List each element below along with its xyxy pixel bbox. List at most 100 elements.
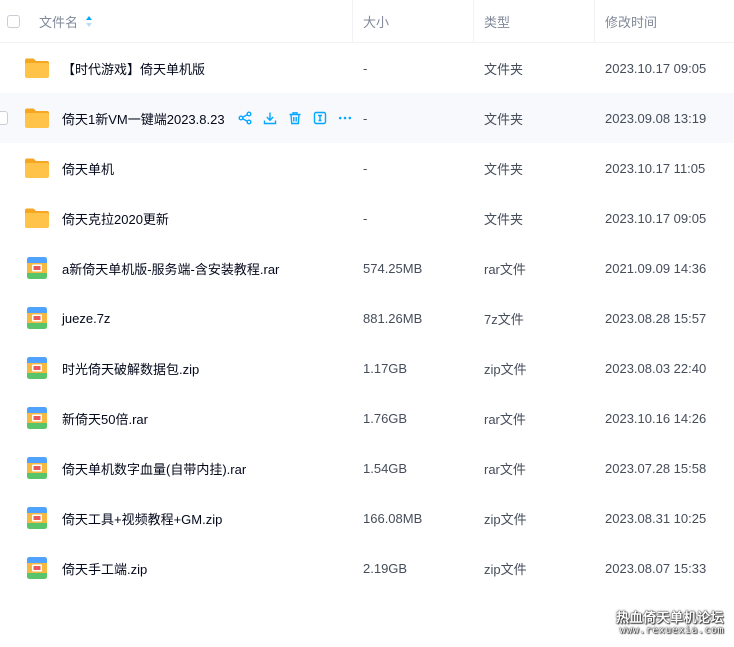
more-icon[interactable] — [337, 110, 353, 126]
file-name-cell[interactable]: 时光倚天破解数据包.zip — [24, 343, 354, 393]
column-divider[interactable] — [594, 0, 595, 42]
file-type: 文件夹 — [484, 211, 524, 227]
file-name[interactable]: 【时代游戏】倚天单机版 — [62, 59, 205, 78]
header-type-label: 类型 — [484, 14, 511, 30]
archive-icon — [24, 355, 50, 381]
header-type[interactable]: 类型 — [484, 0, 594, 42]
file-size: 166.08MB — [363, 510, 423, 526]
file-size: 574.25MB — [363, 260, 423, 276]
file-type: rar文件 — [484, 461, 526, 477]
table-row[interactable]: 倚天手工端.zip 2.19GB zip文件 2023.08.07 15:33 — [0, 543, 734, 593]
file-name[interactable]: jueze.7z — [62, 311, 110, 326]
table-row[interactable]: 【时代游戏】倚天单机版 - 文件夹 2023.10.17 09:05 — [0, 43, 734, 93]
file-modified: 2023.10.17 09:05 — [605, 60, 707, 76]
file-modified: 2023.10.17 09:05 — [605, 210, 707, 226]
file-type: rar文件 — [484, 411, 526, 427]
file-name-cell[interactable]: 倚天克拉2020更新 — [24, 193, 354, 243]
file-name-cell[interactable]: 倚天手工端.zip — [24, 543, 354, 593]
file-type: zip文件 — [484, 511, 527, 527]
header-size-label: 大小 — [363, 14, 390, 30]
rename-icon[interactable] — [312, 110, 328, 126]
header-name-label: 文件名 — [39, 14, 79, 30]
table-row[interactable]: jueze.7z 881.26MB 7z文件 2023.08.28 15:57 — [0, 293, 734, 343]
file-list-header: 文件名 大小 类型 修改时间 — [0, 0, 734, 43]
file-type: 文件夹 — [484, 161, 524, 177]
file-name[interactable]: a新倚天单机版-服务端-含安装教程.rar — [62, 259, 279, 278]
file-name[interactable]: 倚天克拉2020更新 — [62, 209, 169, 228]
file-modified: 2023.09.08 13:19 — [605, 110, 707, 126]
table-row[interactable]: 时光倚天破解数据包.zip 1.17GB zip文件 2023.08.03 22:40 — [0, 343, 734, 393]
trash-icon[interactable] — [287, 110, 303, 126]
select-all-checkbox[interactable] — [6, 14, 20, 28]
file-size: 881.26MB — [363, 310, 423, 326]
archive-icon — [24, 255, 50, 281]
file-size: - — [363, 160, 368, 176]
file-size: - — [363, 210, 368, 226]
file-size: 1.76GB — [363, 410, 408, 426]
file-type: rar文件 — [484, 261, 526, 277]
row-checkbox[interactable] — [0, 111, 8, 125]
file-modified: 2023.08.07 15:33 — [605, 560, 707, 576]
table-row[interactable]: 倚天单机数字血量(自带内挂).rar 1.54GB rar文件 2023.07.28 … — [0, 443, 734, 493]
archive-icon — [24, 305, 50, 331]
watermark: 热血倚天单机论坛 www.rexuexia.com — [616, 611, 724, 637]
header-name[interactable]: 文件名 — [39, 0, 369, 42]
file-modified: 2023.07.28 15:58 — [605, 460, 707, 476]
header-modified-label: 修改时间 — [605, 14, 658, 30]
folder-icon — [24, 55, 50, 81]
file-modified: 2023.08.03 22:40 — [605, 360, 707, 376]
table-row[interactable]: 倚天单机 - 文件夹 2023.10.17 11:05 — [0, 143, 734, 193]
file-name-cell[interactable]: 新倚天50倍.rar — [24, 393, 354, 443]
share-icon[interactable] — [237, 110, 253, 126]
folder-icon — [24, 105, 50, 131]
file-type: zip文件 — [484, 361, 527, 377]
sort-icon[interactable] — [86, 15, 93, 27]
archive-icon — [24, 405, 50, 431]
file-name-cell[interactable]: jueze.7z — [24, 293, 354, 343]
row-actions — [237, 110, 353, 126]
archive-icon — [24, 555, 50, 581]
file-type: 文件夹 — [484, 111, 524, 127]
download-icon[interactable] — [262, 110, 278, 126]
file-name[interactable]: 倚天单机数字血量(自带内挂).rar — [62, 459, 246, 478]
file-name-cell[interactable]: 倚天1新VM一键端2023.8.23 — [24, 93, 354, 143]
watermark-title: 热血倚天单机论坛 — [615, 610, 724, 625]
file-name[interactable]: 倚天工具+视频教程+GM.zip — [62, 509, 222, 528]
table-row[interactable]: a新倚天单机版-服务端-含安装教程.rar 574.25MB rar文件 2021.0… — [0, 243, 734, 293]
table-row[interactable]: 倚天工具+视频教程+GM.zip 166.08MB zip文件 2023.08.31 … — [0, 493, 734, 543]
watermark-url: www.rexuexia.com — [619, 625, 724, 636]
file-modified: 2023.08.31 10:25 — [605, 510, 707, 526]
file-modified: 2023.10.17 11:05 — [605, 160, 706, 176]
folder-icon — [24, 155, 50, 181]
file-name-cell[interactable]: a新倚天单机版-服务端-含安装教程.rar — [24, 243, 354, 293]
file-type: 文件夹 — [484, 61, 524, 77]
table-row[interactable]: 倚天1新VM一键端2023.8.23 - 文件夹 2023.09.08 13:19 — [0, 93, 734, 143]
file-type: 7z文件 — [484, 311, 524, 327]
file-name-cell[interactable]: 倚天单机数字血量(自带内挂).rar — [24, 443, 354, 493]
file-name[interactable]: 倚天1新VM一键端2023.8.23 — [62, 109, 225, 128]
select-all-cell — [6, 0, 20, 42]
file-size: - — [363, 60, 368, 76]
folder-icon — [24, 205, 50, 231]
column-divider[interactable] — [473, 0, 474, 42]
file-list: 文件名 大小 类型 修改时间 【时代游戏】倚天单机版 - 文件夹 2023.10.17… — [0, 0, 734, 593]
file-modified: 2023.08.28 15:57 — [605, 310, 707, 326]
file-type: zip文件 — [484, 561, 527, 577]
file-name[interactable]: 倚天单机 — [62, 159, 114, 178]
header-size[interactable]: 大小 — [363, 0, 473, 42]
file-modified: 2021.09.09 14:36 — [605, 260, 707, 276]
column-divider[interactable] — [352, 0, 353, 42]
table-row[interactable]: 倚天克拉2020更新 - 文件夹 2023.10.17 09:05 — [0, 193, 734, 243]
table-row[interactable]: 新倚天50倍.rar 1.76GB rar文件 2023.10.16 14:26 — [0, 393, 734, 443]
file-name-cell[interactable]: 倚天工具+视频教程+GM.zip — [24, 493, 354, 543]
file-name[interactable]: 倚天手工端.zip — [62, 559, 147, 578]
file-name-cell[interactable]: 【时代游戏】倚天单机版 — [24, 43, 354, 93]
file-size: 1.17GB — [363, 360, 408, 376]
archive-icon — [24, 505, 50, 531]
file-name[interactable]: 时光倚天破解数据包.zip — [62, 359, 199, 378]
file-rows: 【时代游戏】倚天单机版 - 文件夹 2023.10.17 09:05 倚天1新VM一键端… — [0, 43, 734, 593]
header-modified[interactable]: 修改时间 — [605, 0, 734, 42]
file-name-cell[interactable]: 倚天单机 — [24, 143, 354, 193]
file-size: 2.19GB — [363, 560, 408, 576]
file-name[interactable]: 新倚天50倍.rar — [62, 409, 148, 428]
